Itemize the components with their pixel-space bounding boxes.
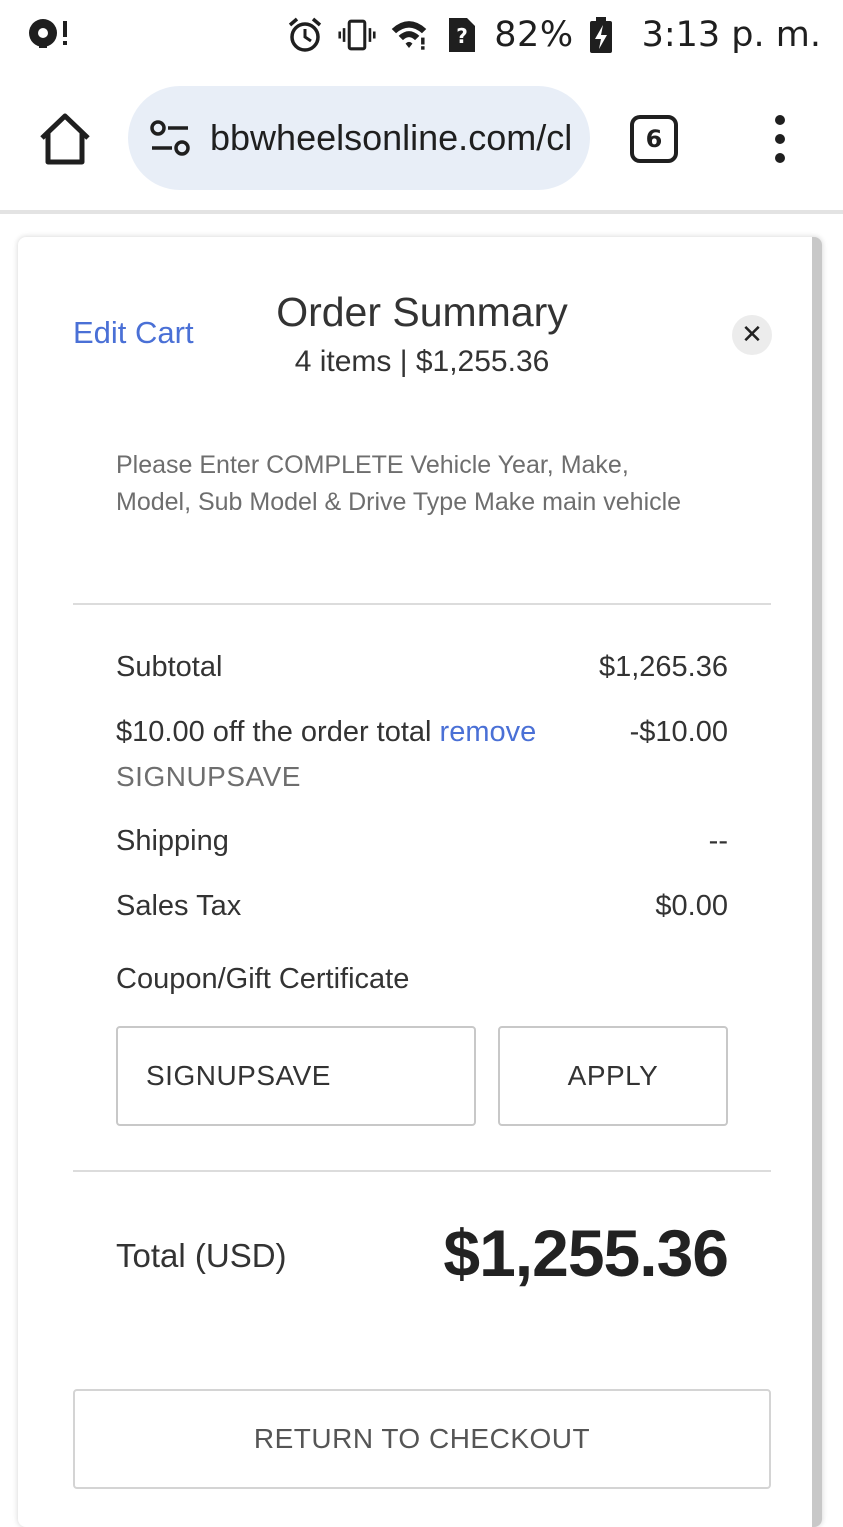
order-item-count: 4 items | $1,255.36 — [294, 345, 550, 378]
remove-discount-link[interactable]: remove — [440, 716, 537, 748]
podcast-icon — [29, 19, 67, 48]
divider — [73, 603, 771, 605]
discount-label: $10.00 off the order total — [116, 716, 432, 748]
alarm-icon — [289, 17, 322, 52]
subtotal-row: Subtotal $1,265.36 — [116, 651, 728, 684]
browser-toolbar: bbwheelsonline.com/cl 6 — [0, 70, 843, 212]
shipping-value: -- — [708, 825, 728, 857]
site-settings-icon[interactable] — [148, 118, 192, 158]
discount-value: -$10.00 — [629, 716, 728, 748]
toolbar-divider — [0, 210, 843, 214]
wifi-icon — [392, 21, 427, 50]
shipping-label: Shipping — [116, 825, 229, 857]
url-text[interactable]: bbwheelsonline.com/cl — [210, 117, 570, 159]
coupon-input[interactable] — [116, 1026, 476, 1126]
status-bar: ? 82% 3:13 p. m. — [0, 0, 843, 70]
no-sim-icon: ? — [449, 18, 476, 52]
subtotal-value: $1,265.36 — [598, 651, 728, 683]
sales-tax-value: $0.00 — [655, 890, 728, 922]
more-menu-icon[interactable] — [766, 114, 794, 164]
vehicle-note: Please Enter COMPLETE Vehicle Year, Make… — [116, 451, 682, 516]
address-bar[interactable]: bbwheelsonline.com/cl — [128, 86, 590, 190]
battery-percent: 82% — [494, 15, 574, 55]
shipping-row: Shipping -- — [116, 825, 728, 858]
battery-charging-icon — [589, 17, 612, 53]
page-title: Order Summary — [276, 289, 568, 335]
sales-tax-row: Sales Tax $0.00 — [116, 890, 728, 923]
coupon-label: Coupon/Gift Certificate — [116, 963, 410, 995]
discount-code: SIGNUPSAVE — [116, 761, 301, 792]
divider — [73, 1170, 771, 1172]
svg-text:?: ? — [456, 24, 468, 48]
clock: 3:13 p. m. — [641, 15, 821, 55]
home-icon[interactable] — [36, 110, 94, 168]
close-icon: ✕ — [741, 320, 763, 350]
vibrate-icon — [338, 19, 376, 51]
tab-switcher-button[interactable]: 6 — [630, 115, 678, 163]
discount-row: $10.00 off the order total remove -$10.0… — [116, 716, 728, 749]
close-button[interactable]: ✕ — [732, 315, 772, 355]
subtotal-label: Subtotal — [116, 651, 223, 683]
total-label: Total (USD) — [116, 1237, 287, 1274]
order-summary-panel: Edit Cart Order Summary 4 items | $1,255… — [18, 237, 822, 1527]
total-value: $1,255.36 — [443, 1216, 729, 1290]
apply-coupon-button[interactable]: APPLY — [498, 1026, 728, 1126]
return-to-checkout-button[interactable]: RETURN TO CHECKOUT — [73, 1389, 771, 1489]
sales-tax-label: Sales Tax — [116, 890, 242, 922]
